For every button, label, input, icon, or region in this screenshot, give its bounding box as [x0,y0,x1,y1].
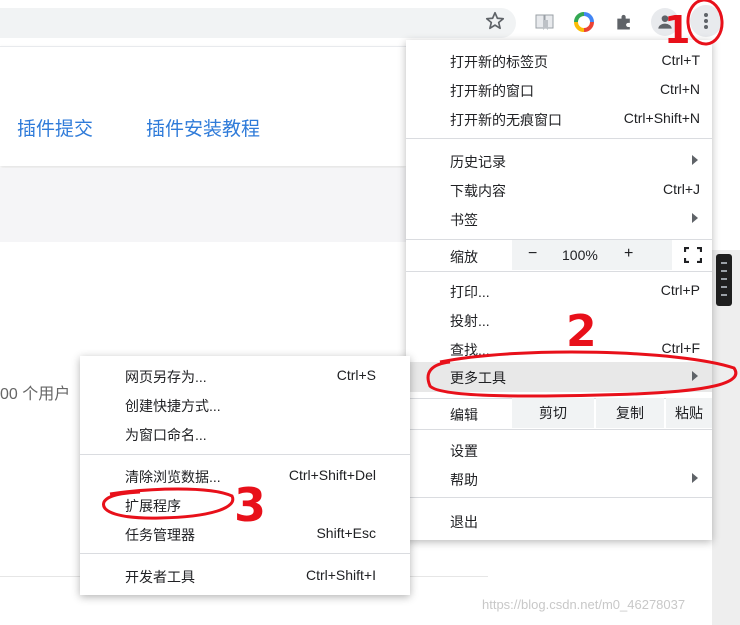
menu-item-label: 打开新的无痕窗口 [450,112,562,128]
submenu-item-label: 任务管理器 [125,527,195,543]
fullscreen-icon[interactable] [683,246,703,264]
menu-item-find[interactable]: 查找... Ctrl+F [406,334,712,363]
submenu-item-label: 扩展程序 [125,498,181,514]
menu-item-label: 打印... [450,284,490,300]
submenu-item-shortcut: Ctrl+Shift+I [305,567,376,583]
menu-item-shortcut: Ctrl+T [661,52,701,68]
menu-item-label: 打开新的标签页 [450,54,548,70]
watermark-text: https://blog.csdn.net/m0_46278037 [482,597,686,612]
edit-label: 编辑 [450,407,478,423]
submenu-item-label: 网页另存为... [125,369,207,385]
menu-item-shortcut: Ctrl+Shift+N [623,110,700,126]
menu-separator [406,497,712,498]
menu-item-label: 更多工具 [450,370,506,386]
chevron-right-icon [692,473,698,483]
paste-button[interactable]: 粘贴 [666,398,712,428]
submenu-item-label: 清除浏览数据... [125,469,221,485]
submenu-item-shortcut: Ctrl+Shift+Del [288,467,376,483]
menu-item-settings[interactable]: 设置 [406,435,712,464]
menu-item-new-window[interactable]: 打开新的窗口 Ctrl+N [406,75,712,104]
zoom-in-button[interactable]: + [624,245,633,263]
submenu-item-developer-tools[interactable]: 开发者工具 Ctrl+Shift+I [80,561,410,590]
menu-item-more-tools[interactable]: 更多工具 [406,362,712,392]
submenu-item-shortcut: Ctrl+S [336,367,376,383]
menu-item-shortcut: Ctrl+J [663,181,700,197]
chevron-right-icon [692,155,698,165]
menu-item-shortcut: Ctrl+F [661,340,701,356]
menu-item-label: 投射... [450,313,490,329]
menu-item-label: 历史记录 [450,154,506,170]
user-count-text: 00 个用户 [0,386,71,403]
zoom-label: 缩放 [450,249,478,265]
menu-item-label: 退出 [450,514,478,530]
submenu-item-label: 开发者工具 [125,569,195,585]
submenu-item-shortcut: Shift+Esc [316,525,376,541]
chrome-main-menu: 打开新的标签页 Ctrl+T 打开新的窗口 Ctrl+N 打开新的无痕窗口 Ct… [406,40,712,540]
annotation-number-2: 2 [566,306,597,357]
scroll-tick [721,270,727,272]
submenu-item-create-shortcut[interactable]: 创建快捷方式... [80,390,410,419]
submenu-item-label: 创建快捷方式... [125,398,221,414]
scroll-tick [721,262,727,264]
annotation-number-1: 1 [664,8,691,52]
star-icon[interactable] [484,10,506,32]
scroll-tick [721,278,727,280]
puzzle-extension-icon[interactable] [612,10,636,34]
zoom-value: 100% [562,247,598,263]
submenu-separator [80,454,410,455]
address-bar[interactable] [0,8,516,38]
chevron-right-icon [692,213,698,223]
menu-edit-row: 编辑 剪切 复制 粘贴 [406,398,712,428]
more-tools-submenu: 网页另存为... Ctrl+S 创建快捷方式... 为窗口命名... 清除浏览数… [80,356,410,595]
menu-item-label: 设置 [450,443,478,459]
menu-item-exit[interactable]: 退出 [406,506,712,535]
page-scrollbar-track[interactable] [712,250,740,625]
copy-button[interactable]: 复制 [596,398,664,428]
reading-list-icon[interactable] [533,10,557,34]
scroll-tick [721,294,727,296]
nav-link-plugin-submit[interactable]: 插件提交 [17,114,93,141]
submenu-separator [80,553,410,554]
cut-button[interactable]: 剪切 [512,398,594,428]
menu-item-cast[interactable]: 投射... [406,305,712,334]
scroll-tick [721,286,727,288]
menu-item-bookmarks[interactable]: 书签 [406,204,712,233]
page-banner [0,168,406,242]
menu-item-shortcut: Ctrl+N [659,81,700,97]
site-nav-bar [0,46,406,166]
menu-item-label: 查找... [450,342,490,358]
menu-item-shortcut: Ctrl+P [660,282,700,298]
menu-item-label: 打开新的窗口 [450,83,534,99]
menu-item-history[interactable]: 历史记录 [406,146,712,175]
submenu-item-label: 为窗口命名... [125,427,207,443]
menu-separator [406,429,712,430]
menu-item-print[interactable]: 打印... Ctrl+P [406,276,712,305]
menu-item-downloads[interactable]: 下载内容 Ctrl+J [406,175,712,204]
submenu-item-name-window[interactable]: 为窗口命名... [80,419,410,448]
menu-item-new-incognito-window[interactable]: 打开新的无痕窗口 Ctrl+Shift+N [406,104,712,133]
chevron-right-icon [692,371,698,381]
zoom-out-button[interactable]: − [528,245,537,263]
menu-item-label: 书签 [450,212,478,228]
nav-link-plugin-install-guide[interactable]: 插件安装教程 [146,114,260,141]
menu-item-help[interactable]: 帮助 [406,464,712,493]
menu-zoom-row: 缩放 − 100% + [406,240,712,270]
more-vert-icon[interactable] [690,5,722,37]
menu-separator [406,138,712,139]
menu-separator [406,271,712,272]
menu-item-label: 下载内容 [450,183,506,199]
annotation-number-3: 3 [234,478,267,532]
color-extension-icon[interactable] [572,10,596,34]
submenu-item-save-page-as[interactable]: 网页另存为... Ctrl+S [80,361,410,390]
menu-item-label: 帮助 [450,472,478,488]
